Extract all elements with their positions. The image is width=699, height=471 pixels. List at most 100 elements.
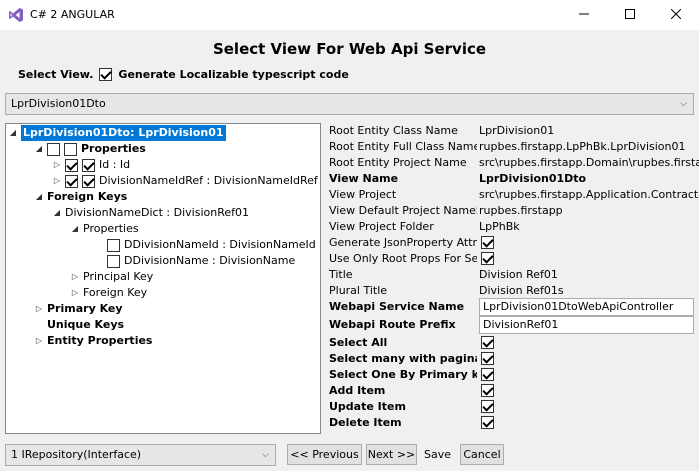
property-label: Root Entity Class Name: [329, 124, 458, 137]
property-checkbox[interactable]: [481, 368, 494, 381]
tree-node-foreign-key[interactable]: ▷ Foreign Key: [71, 285, 147, 301]
save-button[interactable]: Save: [424, 448, 451, 461]
property-checkbox[interactable]: [481, 416, 494, 429]
maximize-button[interactable]: [607, 0, 653, 30]
properties-label: Properties: [81, 142, 146, 155]
tree-node-ddivision-name-id[interactable]: DDivisionNameId : DivisionNameId: [107, 237, 316, 253]
collapsed-arrow-icon: ▷: [53, 176, 61, 185]
property-label: Select One By Primary key: [329, 368, 477, 381]
property-label: View Default Project NameSpace: [329, 204, 477, 217]
tree-node-primary-key[interactable]: ▷ Primary Key: [35, 301, 123, 317]
property-value: Division Ref01s: [479, 284, 564, 297]
previous-button[interactable]: << Previous: [287, 444, 362, 465]
property-checkbox[interactable]: [481, 236, 494, 249]
property-checkbox[interactable]: [481, 252, 494, 265]
property-row: View Project src\rupbes.firstapp.Applicat…: [329, 187, 699, 203]
expanded-arrow-icon: ◢: [35, 192, 43, 201]
window-title: C# 2 ANGULAR: [30, 8, 115, 21]
property-row: Generate JsonProperty Attribute: [329, 235, 699, 251]
property-input[interactable]: LprDivision01DtoWebApiController: [479, 298, 694, 316]
tree-node-id[interactable]: ▷ Id : Id: [53, 157, 130, 173]
view-tree[interactable]: ◢ LprDivision01Dto: LprDivision01 ◢ Prop…: [5, 123, 321, 434]
property-row: Root Entity Full Class Name rupbes.firsta…: [329, 139, 699, 155]
property-label: Root Entity Project Name: [329, 156, 467, 169]
close-button[interactable]: [653, 0, 699, 30]
property-row: Delete Item: [329, 415, 699, 431]
property-checkbox[interactable]: [481, 384, 494, 397]
tree-node-fk-properties[interactable]: ◢ Properties: [71, 221, 139, 237]
ddivision-name-id-checkbox[interactable]: [107, 238, 120, 252]
property-label: View Name: [329, 172, 399, 185]
cancel-button[interactable]: Cancel: [460, 444, 504, 465]
property-label: Select All: [329, 336, 388, 349]
property-row: View Name LprDivision01Dto: [329, 171, 699, 187]
property-value: rupbes.firstapp.LpPhBk.LprDivision01: [479, 140, 686, 153]
properties-checkbox-2[interactable]: [64, 142, 77, 156]
minimize-icon: [579, 13, 589, 15]
id-checkbox-2[interactable]: [82, 158, 95, 172]
property-row: Add Item: [329, 383, 699, 399]
tree-node-ddivision-name[interactable]: DDivisionName : DivisionName: [107, 253, 295, 269]
division-name-id-ref-checkbox[interactable]: [65, 174, 78, 188]
division-name-id-ref-label: DivisionNameIdRef : DivisionNameIdRef: [99, 174, 318, 187]
tree-node-principal-key[interactable]: ▷ Principal Key: [71, 269, 153, 285]
select-view-row: Select View. Generate Localizable typesc…: [18, 66, 349, 82]
minimize-button[interactable]: [561, 0, 607, 30]
dialog-heading: Select View For Web Api Service: [212, 40, 487, 58]
tree-node-unique-keys[interactable]: Unique Keys: [35, 317, 124, 333]
entity-properties-label: Entity Properties: [47, 334, 153, 347]
chevron-down-icon: ⌵: [262, 450, 269, 460]
property-value: LprDivision01: [479, 124, 555, 137]
expanded-arrow-icon: ◢: [35, 144, 43, 153]
primary-key-label: Primary Key: [47, 302, 123, 315]
property-row: Select One By Primary key: [329, 367, 699, 383]
maximize-icon: [625, 9, 635, 19]
repository-dropdown-value: 1 IRepository(Interface): [11, 448, 142, 461]
foreign-key-label: Foreign Key: [83, 286, 148, 299]
property-label: View Project Folder: [329, 220, 434, 233]
property-row: Select many with pagination: [329, 351, 699, 367]
tree-node-division-name-id-ref[interactable]: ▷ DivisionNameIdRef : DivisionNameIdRef: [53, 173, 318, 189]
property-row: Webapi Service Name LprDivision01DtoWebAp…: [329, 298, 699, 316]
collapsed-arrow-icon: ▷: [71, 288, 79, 297]
property-input[interactable]: DivisionRef01: [479, 316, 694, 334]
property-row: Use Only Root Props For Select: [329, 251, 699, 267]
property-label: View Project: [329, 188, 397, 201]
title-bar: C# 2 ANGULAR: [0, 0, 699, 30]
property-label: Delete Item: [329, 416, 402, 429]
property-label: Webapi Route Prefix: [329, 318, 456, 331]
property-value: rupbes.firstapp: [479, 204, 563, 217]
tree-node-properties[interactable]: ◢ Properties: [35, 141, 146, 157]
tree-node-entity-properties[interactable]: ▷ Entity Properties: [35, 333, 153, 349]
tree-node-division-name-dict[interactable]: ◢ DivisionNameDict : DivisionRef01: [53, 205, 249, 221]
collapsed-arrow-icon: ▷: [35, 304, 43, 313]
chevron-down-icon: ⌵: [680, 99, 687, 109]
repository-dropdown[interactable]: 1 IRepository(Interface) ⌵: [5, 444, 276, 466]
property-label: Title: [329, 268, 353, 281]
property-checkbox[interactable]: [481, 400, 494, 413]
ddivision-name-checkbox[interactable]: [107, 254, 120, 268]
property-label: Add Item: [329, 384, 386, 397]
property-checkbox[interactable]: [481, 352, 494, 365]
property-row: Select All: [329, 335, 699, 351]
expanded-arrow-icon: ◢: [9, 128, 17, 137]
property-row: View Project Folder LpPhBk: [329, 219, 699, 235]
id-checkbox[interactable]: [65, 158, 78, 172]
view-dropdown[interactable]: LprDivision01Dto ⌵: [5, 93, 694, 115]
tree-node-foreign-keys[interactable]: ◢ Foreign Keys: [35, 189, 127, 205]
properties-checkbox[interactable]: [47, 142, 60, 156]
expanded-arrow-icon: ◢: [71, 224, 79, 233]
tree-root-label: LprDivision01Dto: LprDivision01: [21, 125, 226, 141]
property-value: src\rupbes.firstapp.Application.Contract…: [479, 188, 699, 201]
collapsed-arrow-icon: ▷: [71, 272, 79, 281]
division-name-id-ref-checkbox-2[interactable]: [82, 174, 95, 188]
principal-key-label: Principal Key: [83, 270, 154, 283]
generate-localizable-checkbox[interactable]: [99, 67, 113, 81]
property-checkbox[interactable]: [481, 336, 494, 349]
unique-keys-label: Unique Keys: [47, 318, 125, 331]
property-row: View Default Project NameSpacerupbes.fir…: [329, 203, 699, 219]
property-row: Title Division Ref01: [329, 267, 699, 283]
fk-properties-label: Properties: [83, 222, 139, 235]
tree-node-root[interactable]: ◢ LprDivision01Dto: LprDivision01: [9, 125, 226, 141]
next-button[interactable]: Next >>: [366, 444, 417, 465]
